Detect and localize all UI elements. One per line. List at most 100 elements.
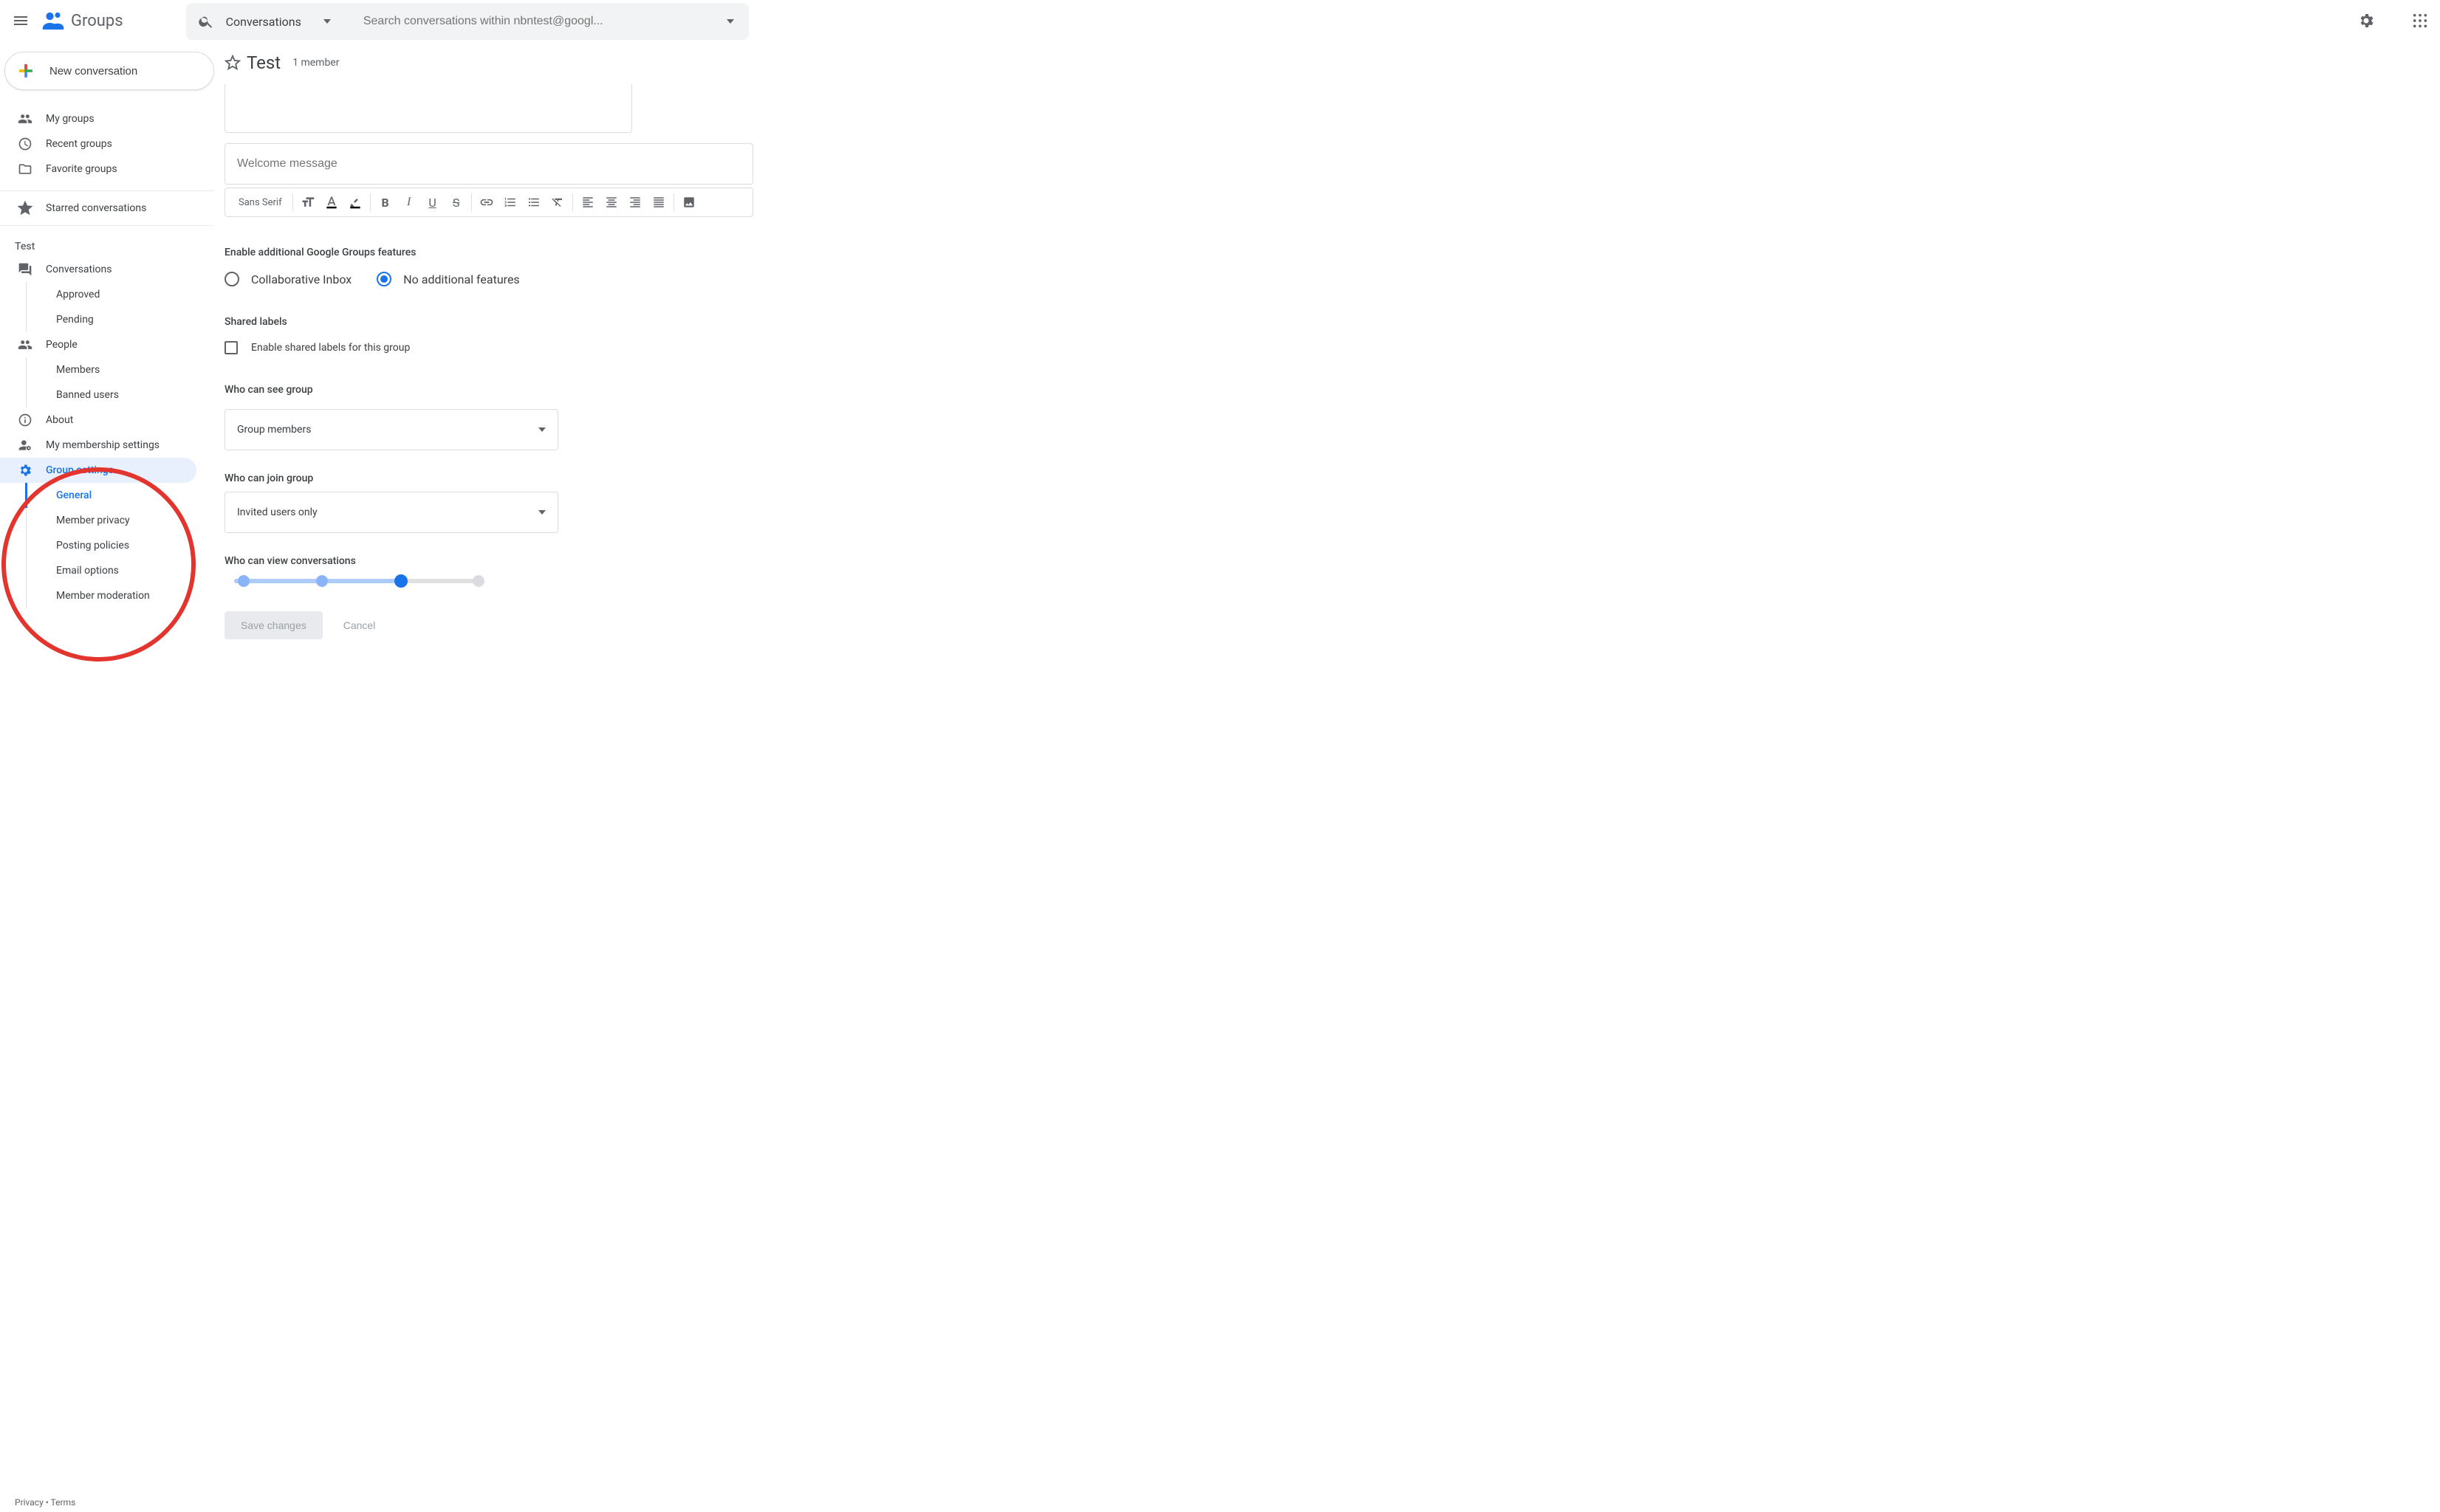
save-button[interactable]: Save changes xyxy=(225,611,323,639)
who-can-see-dropdown[interactable]: Group members xyxy=(225,409,558,450)
slider-stop[interactable] xyxy=(316,575,328,587)
description-box[interactable] xyxy=(225,84,632,133)
product-name: Groups xyxy=(71,12,123,30)
radio-label: No additional features xyxy=(403,272,519,286)
search-scope-label: Conversations xyxy=(226,15,301,29)
checkbox-unchecked-icon xyxy=(225,341,238,354)
group-title: Test xyxy=(247,52,281,73)
member-count: 1 member xyxy=(292,57,339,69)
nav-label: Email options xyxy=(56,565,119,577)
clear-format-icon[interactable] xyxy=(546,190,569,214)
slider-stop[interactable] xyxy=(238,575,250,587)
group-section-header: Test xyxy=(0,230,214,257)
text-color-icon[interactable] xyxy=(320,190,343,214)
sidebar-item-banned[interactable]: Banned users xyxy=(0,382,214,408)
sidebar-item-approved[interactable]: Approved xyxy=(0,282,214,307)
divider xyxy=(0,190,214,191)
star-outline-icon[interactable] xyxy=(225,55,241,71)
radio-collaborative-inbox[interactable]: Collaborative Inbox xyxy=(225,272,352,286)
terms-link[interactable]: Terms xyxy=(51,1497,76,1508)
settings-gear-icon[interactable] xyxy=(2357,12,2375,30)
search-options-icon[interactable] xyxy=(712,19,749,24)
cancel-button[interactable]: Cancel xyxy=(343,619,376,631)
separator xyxy=(370,193,371,211)
checkbox-label: Enable shared labels for this group xyxy=(251,342,410,354)
permissions-slider[interactable] xyxy=(225,574,483,588)
font-family-dropdown[interactable]: Sans Serif xyxy=(231,197,289,208)
gear-icon xyxy=(18,463,35,478)
hamburger-menu-icon[interactable] xyxy=(12,12,30,30)
slider-stop[interactable] xyxy=(473,575,484,587)
people-icon xyxy=(18,111,35,126)
new-conversation-label: New conversation xyxy=(49,65,137,78)
sidebar-item-conversations[interactable]: Conversations xyxy=(0,257,214,282)
radio-no-additional-features[interactable]: No additional features xyxy=(377,272,519,286)
align-justify-icon[interactable] xyxy=(647,190,671,214)
sidebar-item-membership-settings[interactable]: My membership settings xyxy=(0,433,214,458)
nav-label: Group settings xyxy=(46,464,114,476)
link-icon[interactable] xyxy=(475,190,498,214)
font-size-icon[interactable] xyxy=(296,190,320,214)
sidebar-item-general[interactable]: General xyxy=(0,483,214,508)
sidebar-item-member-privacy[interactable]: Member privacy xyxy=(0,508,214,533)
highlight-icon[interactable] xyxy=(343,190,367,214)
nav-label: Favorite groups xyxy=(46,163,117,175)
apps-grid-icon[interactable] xyxy=(2412,13,2428,29)
search-input[interactable] xyxy=(353,15,712,28)
privacy-link[interactable]: Privacy xyxy=(15,1497,44,1508)
dropdown-value: Group members xyxy=(237,424,311,436)
sidebar-item-email-options[interactable]: Email options xyxy=(0,558,214,583)
nav-label: Member moderation xyxy=(56,590,150,602)
strikethrough-icon[interactable]: S xyxy=(445,190,468,214)
new-conversation-button[interactable]: New conversation xyxy=(4,52,214,90)
align-left-icon[interactable] xyxy=(576,190,600,214)
numbered-list-icon[interactable] xyxy=(498,190,522,214)
nav-label: My membership settings xyxy=(46,439,160,451)
plus-icon xyxy=(14,59,38,83)
sidebar-item-starred[interactable]: Starred conversations xyxy=(0,196,214,221)
who-can-join-dropdown[interactable]: Invited users only xyxy=(225,492,558,533)
underline-icon[interactable]: U xyxy=(421,190,445,214)
person-gear-icon xyxy=(18,438,35,453)
nav-label: Members xyxy=(56,364,100,376)
sidebar-item-recent-groups[interactable]: Recent groups xyxy=(0,131,214,157)
italic-icon[interactable]: I xyxy=(397,190,421,214)
clock-icon xyxy=(18,137,35,151)
radio-checked-icon xyxy=(377,272,391,286)
dropdown-value: Invited users only xyxy=(237,506,318,518)
nav-label: People xyxy=(46,339,78,351)
sidebar-item-member-moderation[interactable]: Member moderation xyxy=(0,583,214,608)
sidebar-item-people[interactable]: People xyxy=(0,332,214,357)
nav-label: About xyxy=(46,414,73,426)
nav-label: Posting policies xyxy=(56,540,129,551)
nav-label: Recent groups xyxy=(46,138,112,150)
sidebar-item-posting-policies[interactable]: Posting policies xyxy=(0,533,214,558)
nav-label: My groups xyxy=(46,113,95,125)
chat-icon xyxy=(18,262,35,277)
align-right-icon[interactable] xyxy=(623,190,647,214)
nav-label: Member privacy xyxy=(56,515,130,526)
who-join-heading: Who can join group xyxy=(225,472,2431,484)
align-center-icon[interactable] xyxy=(600,190,623,214)
footer: Privacy • Terms xyxy=(15,1497,75,1508)
sidebar: New conversation My groups Recent groups… xyxy=(0,41,214,639)
sidebar-item-members[interactable]: Members xyxy=(0,357,214,382)
formatting-toolbar: Sans Serif B I U S xyxy=(225,188,753,217)
search-icon[interactable] xyxy=(186,13,226,30)
welcome-message-input[interactable] xyxy=(225,143,753,185)
features-heading: Enable additional Google Groups features xyxy=(225,247,2431,258)
sidebar-item-my-groups[interactable]: My groups xyxy=(0,106,214,131)
sidebar-item-group-settings[interactable]: Group settings xyxy=(0,458,196,483)
search-scope-dropdown[interactable]: Conversations xyxy=(226,15,353,29)
slider-thumb[interactable] xyxy=(394,574,408,588)
bullet-list-icon[interactable] xyxy=(522,190,546,214)
star-icon xyxy=(18,201,35,216)
bold-icon[interactable]: B xyxy=(374,190,397,214)
image-icon[interactable] xyxy=(677,190,701,214)
shared-labels-checkbox[interactable]: Enable shared labels for this group xyxy=(225,341,2431,354)
nav-label: Approved xyxy=(56,289,100,300)
product-logo[interactable]: Groups xyxy=(40,7,123,34)
sidebar-item-pending[interactable]: Pending xyxy=(0,307,214,332)
sidebar-item-favorite-groups[interactable]: Favorite groups xyxy=(0,157,214,182)
sidebar-item-about[interactable]: About xyxy=(0,408,214,433)
